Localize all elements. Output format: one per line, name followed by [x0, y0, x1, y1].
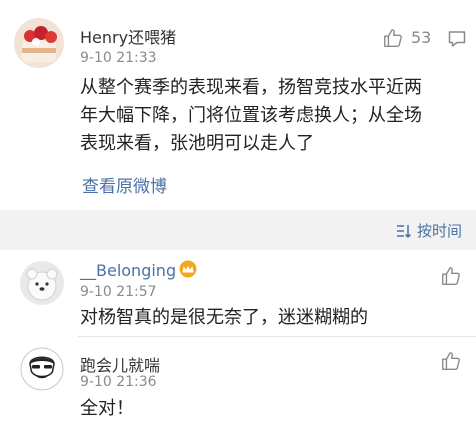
dessert-avatar-icon — [14, 18, 64, 68]
replies-list: __Belonging 9-10 21:57 对杨智真的是很无奈了，迷迷糊糊的 … — [0, 250, 476, 445]
reply-text: 对杨智真的是很无奈了，迷迷糊糊的 — [80, 307, 368, 328]
sort-icon — [396, 224, 412, 238]
avatar[interactable] — [14, 18, 64, 68]
white-bear-avatar-icon — [20, 261, 64, 305]
sort-bar: 按时间 — [0, 210, 476, 250]
reply-username[interactable]: 跑会儿就喘 — [80, 352, 160, 376]
face-sketch-avatar-icon — [20, 347, 64, 391]
reply-username[interactable]: __Belonging — [80, 261, 176, 280]
like-count: 53 — [411, 28, 432, 47]
comment-username[interactable]: Henry还喂猪 — [80, 24, 176, 48]
crown-badge-icon — [179, 260, 197, 278]
comment-text-line: 表现来看，张池明可以走人了 — [80, 133, 314, 154]
thumbs-up-icon[interactable] — [440, 265, 462, 287]
avatar[interactable] — [20, 347, 64, 391]
comment-text-line: 年大幅下降，门将位置该考虑换人；从全场 — [80, 105, 422, 126]
reply-text: 全对！ — [80, 398, 134, 419]
view-original-link[interactable]: 查看原微博 — [82, 172, 167, 197]
comment-text-line: 从整个赛季的表现来看，扬智竞技水平近两 — [80, 77, 422, 98]
comment-reply-icon[interactable] — [447, 29, 467, 49]
thumbs-up-icon[interactable] — [382, 27, 404, 49]
main-comment-card: Henry还喂猪 9-10 21:33 53 从整个赛季的表现来看，扬智竞技水平… — [0, 0, 476, 210]
avatar[interactable] — [20, 261, 64, 305]
reply-time: 9-10 21:57 — [80, 284, 157, 300]
comment-text: 从整个赛季的表现来看，扬智竞技水平近两 年大幅下降，门将位置该考虑换人；从全场 … — [80, 74, 470, 158]
comment-time: 9-10 21:33 — [80, 50, 157, 66]
sort-by-time-button[interactable]: 按时间 — [396, 220, 462, 241]
sort-label: 按时间 — [416, 222, 462, 240]
reply-time: 9-10 21:36 — [80, 374, 157, 390]
thumbs-up-icon[interactable] — [440, 350, 462, 372]
divider — [78, 336, 476, 337]
